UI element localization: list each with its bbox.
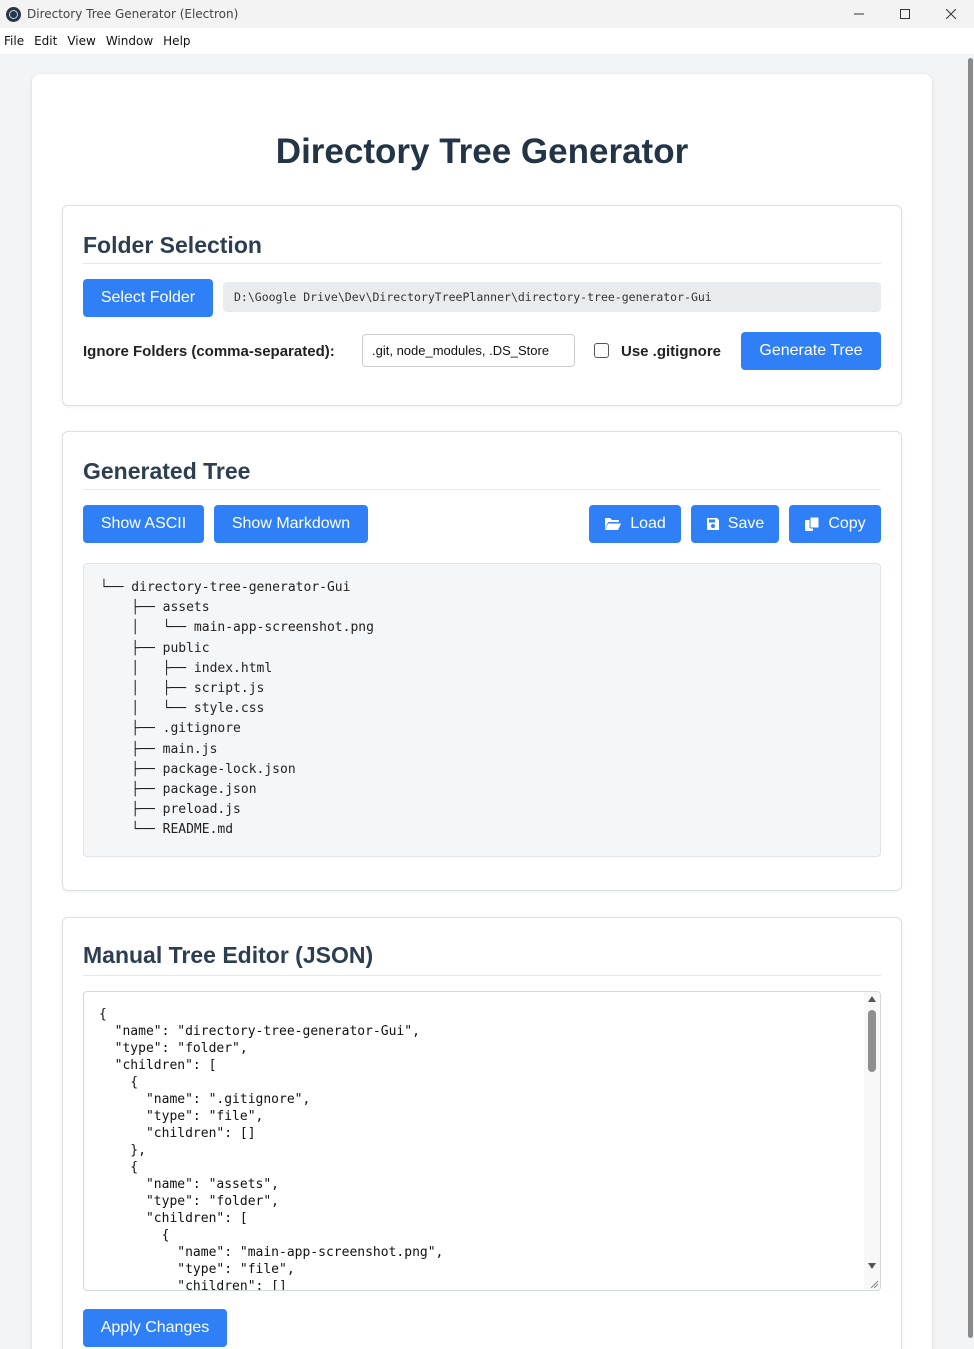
generated-tree-heading: Generated Tree (83, 458, 251, 484)
window-controls (836, 0, 974, 28)
show-ascii-button[interactable]: Show ASCII (83, 505, 204, 543)
select-folder-button[interactable]: Select Folder (83, 279, 213, 317)
menu-help[interactable]: Help (158, 34, 195, 48)
ignore-folders-label: Ignore Folders (comma-separated): (83, 343, 335, 360)
ignore-folders-input[interactable]: .git, node_modules, .DS_Store (362, 334, 575, 367)
app-container: Directory Tree Generator Folder Selectio… (32, 74, 932, 1349)
json-editor-heading: Manual Tree Editor (JSON) (83, 942, 374, 968)
generated-tree-section: Generated Tree Show ASCII Show Markdown … (62, 431, 902, 891)
close-button[interactable] (928, 0, 974, 28)
menu-view[interactable]: View (62, 34, 100, 48)
menu-window[interactable]: Window (101, 34, 158, 48)
load-label: Load (630, 515, 666, 532)
copy-button[interactable]: Copy (789, 505, 881, 543)
scroll-up-arrow-icon[interactable] (868, 996, 876, 1002)
page-viewport: Directory Tree Generator Folder Selectio… (0, 54, 974, 1349)
floppy-disk-icon (706, 518, 719, 530)
scroll-down-arrow-icon[interactable] (868, 1263, 876, 1269)
apply-changes-button[interactable]: Apply Changes (83, 1309, 227, 1347)
menu-bar: File Edit View Window Help (0, 28, 974, 54)
folder-open-icon (605, 518, 622, 530)
selected-folder-path: D:\Google Drive\Dev\DirectoryTreePlanner… (223, 282, 881, 312)
folder-selection-heading: Folder Selection (83, 232, 262, 258)
section-divider (83, 489, 881, 490)
load-button[interactable]: Load (589, 505, 681, 543)
folder-selection-section: Folder Selection Select Folder D:\Google… (62, 205, 902, 406)
save-label: Save (727, 515, 765, 532)
copy-icon (805, 516, 820, 531)
save-button[interactable]: Save (691, 505, 779, 543)
json-editor-textarea[interactable]: { "name": "directory-tree-generator-Gui"… (83, 991, 881, 1291)
maximize-icon (900, 9, 910, 19)
use-gitignore-label[interactable]: Use .gitignore (621, 343, 721, 360)
copy-label: Copy (828, 515, 866, 532)
page-title: Directory Tree Generator (275, 132, 689, 171)
section-divider (83, 263, 881, 264)
generate-tree-button[interactable]: Generate Tree (741, 332, 881, 370)
minimize-button[interactable] (836, 0, 882, 28)
minimize-icon (854, 13, 864, 15)
page-scrollbar[interactable] (966, 54, 974, 1349)
menu-edit[interactable]: Edit (29, 34, 62, 48)
section-divider (83, 975, 881, 976)
json-scroll-thumb[interactable] (868, 1010, 876, 1072)
use-gitignore-checkbox[interactable] (594, 343, 609, 358)
close-icon (946, 9, 956, 19)
show-markdown-button[interactable]: Show Markdown (214, 505, 368, 543)
json-editor-scrollbar[interactable] (864, 992, 880, 1290)
tree-output: └── directory-tree-generator-Gui ├── ass… (83, 563, 881, 857)
electron-app-icon (6, 6, 21, 22)
maximize-button[interactable] (882, 0, 928, 28)
page-scroll-thumb[interactable] (968, 58, 973, 1338)
json-editor-section: Manual Tree Editor (JSON) { "name": "dir… (62, 917, 902, 1349)
window-title: Directory Tree Generator (Electron) (27, 7, 239, 21)
resize-grip-icon[interactable] (869, 1279, 879, 1289)
json-editor-content: { "name": "directory-tree-generator-Gui"… (99, 1007, 444, 1291)
menu-file[interactable]: File (0, 34, 29, 48)
title-bar: Directory Tree Generator (Electron) (0, 0, 974, 28)
